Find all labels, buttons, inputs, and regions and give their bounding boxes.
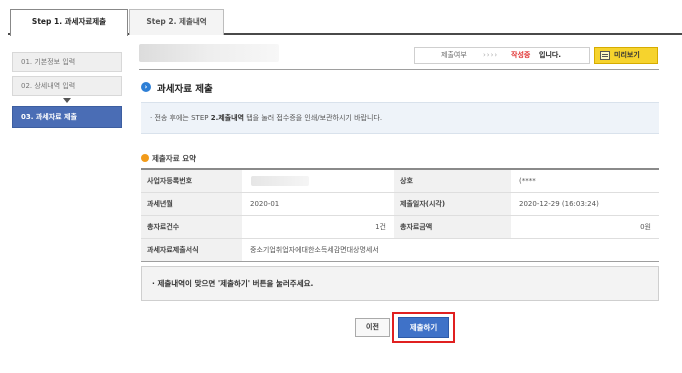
confirm-notice: · 제출내역이 맞으면 '제출하기' 버튼을 눌러주세요. xyxy=(141,266,659,301)
prev-button[interactable]: 이전 xyxy=(355,318,390,337)
table-row: 과세자료제출서식 중소기업취업자에대한소득세감면대상명세서 xyxy=(141,239,659,262)
arrow-circle-icon: › xyxy=(141,82,151,92)
table-cell: 2020-01 xyxy=(242,193,394,215)
sidebar-item-submit[interactable]: 03. 과세자료 제출 xyxy=(12,106,122,128)
info-notice: · 전송 후에는 STEP 2.제출내역 탭을 눌러 접수증을 인쇄/보관하시기… xyxy=(141,102,659,134)
tab-step2[interactable]: Step 2. 제출내역 xyxy=(129,9,224,35)
divider xyxy=(139,69,659,70)
sidebar-item-detail-input[interactable]: 02. 상세내역 입력 xyxy=(12,76,122,96)
table-header: 총자료금액 xyxy=(394,216,511,238)
preview-button[interactable]: 미리보기 xyxy=(594,47,658,64)
table-cell: (**** xyxy=(511,170,659,192)
preview-button-label: 미리보기 xyxy=(614,51,640,59)
document-icon xyxy=(600,51,610,60)
table-cell: 0원 xyxy=(511,216,659,238)
notice-suffix: 탭을 눌러 접수증을 인쇄/보관하시기 바랍니다. xyxy=(244,114,383,122)
redacted-business-number xyxy=(251,176,309,186)
table-header: 상호 xyxy=(394,170,511,192)
submit-button[interactable]: 제출하기 xyxy=(398,317,449,338)
submission-status-box: 제출여부 ›››› 작성중 입니다. xyxy=(414,47,590,64)
step-tabs: Step 1. 과세자료제출 Step 2. 제출내역 xyxy=(8,9,682,36)
notice-prefix: · 전송 후에는 STEP xyxy=(150,114,211,122)
notice-step-link-text: 2.제출내역 xyxy=(210,114,244,122)
table-header: 사업자등록번호 xyxy=(141,170,242,192)
table-header: 과세자료제출서식 xyxy=(141,239,242,261)
table-cell: 중소기업취업자에대한소득세감면대상명세서 xyxy=(242,239,659,261)
tab-step1[interactable]: Step 1. 과세자료제출 xyxy=(10,9,128,36)
table-cell xyxy=(242,170,394,192)
page-title: 과세자료 제출 xyxy=(157,84,213,95)
table-header: 과세년월 xyxy=(141,193,242,215)
table-cell: 1건 xyxy=(242,216,394,238)
bullet-circle-icon xyxy=(141,154,149,162)
status-value: 작성중 xyxy=(511,51,531,59)
status-arrows-icon: ›››› xyxy=(483,51,499,59)
table-row: 과세년월 2020-01 제출일자(시각) 2020-12-29 (16:03:… xyxy=(141,193,659,216)
redacted-header-text xyxy=(139,44,279,62)
table-row: 사업자등록번호 상호 (**** xyxy=(141,170,659,193)
table-cell: 2020-12-29 (16:03:24) xyxy=(511,193,659,215)
summary-title: 제출자료 요약 xyxy=(152,154,197,163)
summary-table: 사업자등록번호 상호 (**** 과세년월 2020-01 제출일자(시각) 2… xyxy=(141,168,659,262)
table-header: 총자료건수 xyxy=(141,216,242,238)
table-header: 제출일자(시각) xyxy=(394,193,511,215)
step-down-arrow-icon xyxy=(63,98,71,103)
sidebar-item-basic-info[interactable]: 01. 기본정보 입력 xyxy=(12,52,122,72)
table-row: 총자료건수 1건 총자료금액 0원 xyxy=(141,216,659,239)
status-suffix: 입니다. xyxy=(539,51,561,59)
status-label: 제출여부 xyxy=(441,51,467,59)
